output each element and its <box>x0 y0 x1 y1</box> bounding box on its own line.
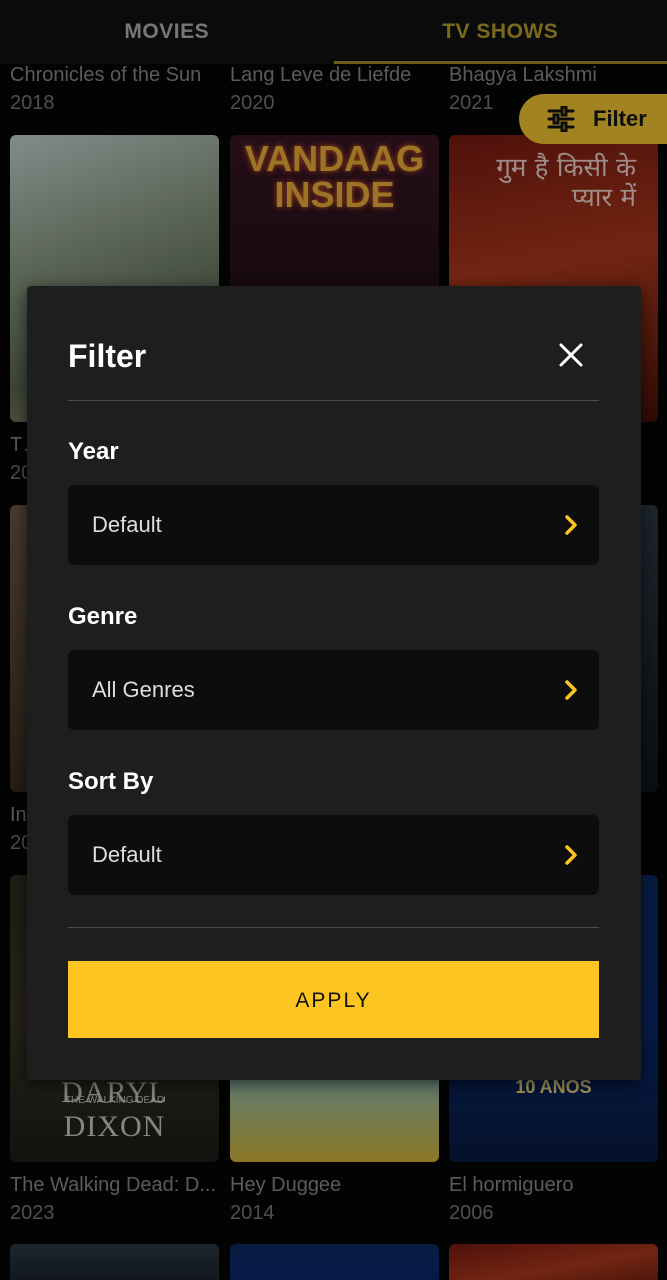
genre-value: All Genres <box>92 677 195 702</box>
year-select[interactable]: Default <box>68 485 599 565</box>
tab-bar: MOVIES TV SHOWS <box>0 0 667 64</box>
sort-by-label: Sort By <box>68 768 154 795</box>
sort-by-value: Default <box>92 842 162 867</box>
year-value: Default <box>92 512 162 537</box>
sort-by-select[interactable]: Default <box>68 815 599 895</box>
close-icon <box>559 343 583 367</box>
genre-select[interactable]: All Genres <box>68 650 599 730</box>
tab-tv-shows[interactable]: TV SHOWS <box>333 0 667 64</box>
chevron-right-icon <box>565 515 577 535</box>
divider <box>68 927 599 928</box>
genre-label: Genre <box>68 603 138 630</box>
tab-movies[interactable]: MOVIES <box>0 0 334 64</box>
year-label: Year <box>68 438 119 465</box>
dialog-title: Filter <box>68 338 147 374</box>
filter-dialog: Filter Year Default Genre All Genres Sor… <box>27 286 641 1080</box>
close-button[interactable] <box>554 338 588 372</box>
app-root: Chronicles of the Sun 2018 Lang Leve de … <box>0 0 667 1280</box>
chevron-right-icon <box>565 680 577 700</box>
chevron-right-icon <box>565 845 577 865</box>
apply-button[interactable]: APPLY <box>68 961 599 1038</box>
divider <box>68 400 599 401</box>
apply-button-label: APPLY <box>295 989 372 1012</box>
